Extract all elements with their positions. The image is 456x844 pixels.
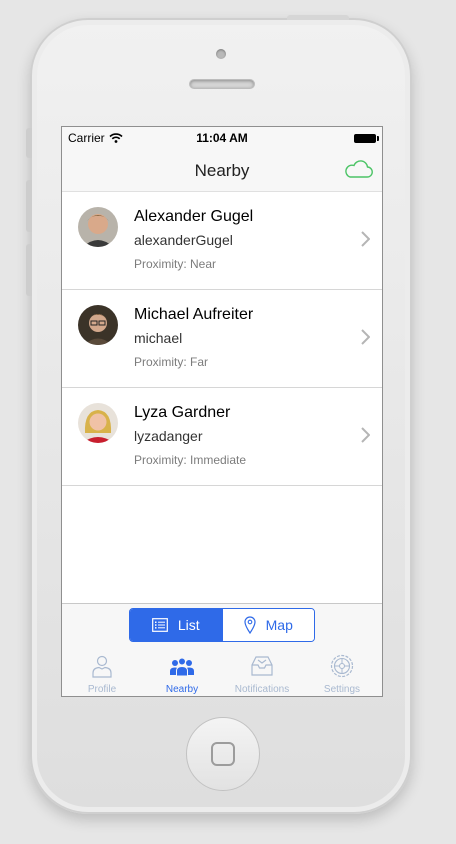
tab-settings[interactable]: Settings xyxy=(302,650,382,696)
list-item[interactable]: Alexander Gugel alexanderGugel Proximity… xyxy=(62,192,382,290)
page-title: Nearby xyxy=(194,161,250,180)
tab-profile-label: Profile xyxy=(87,684,117,695)
group-icon xyxy=(170,657,194,677)
tab-notifications[interactable]: Notifications xyxy=(222,650,302,696)
segment-map-label: Map xyxy=(265,617,293,633)
view-segmented-control: List Map xyxy=(129,608,315,642)
proximity-label: Proximity: Far xyxy=(134,355,209,369)
segment-list-label: List xyxy=(177,617,200,633)
chevron-right-icon xyxy=(361,231,370,247)
chevron-right-icon xyxy=(361,427,370,443)
person-username: michael xyxy=(134,330,183,346)
proximity-label: Proximity: Near xyxy=(134,257,217,271)
cloud-icon[interactable] xyxy=(343,159,373,179)
avatar xyxy=(78,305,118,345)
navigation-bar: Nearby xyxy=(62,149,382,192)
earpiece-speaker xyxy=(189,79,255,89)
segment-map[interactable]: Map xyxy=(221,609,314,641)
tab-bar: Profile Nearby Notifications Settings xyxy=(62,650,382,696)
tab-notifications-label: Notifications xyxy=(234,684,290,695)
power-button xyxy=(287,15,349,20)
home-button-icon xyxy=(211,742,235,766)
person-name: Michael Aufreiter xyxy=(134,306,254,323)
list-item[interactable]: Michael Aufreiter michael Proximity: Far xyxy=(62,290,382,388)
gear-icon xyxy=(330,654,354,678)
person-name: Alexander Gugel xyxy=(134,208,254,225)
front-camera xyxy=(216,49,226,59)
bottom-bar: List Map Profile Nearby Notifications Se… xyxy=(62,603,382,696)
person-icon xyxy=(92,655,112,678)
status-time: 11:04 AM xyxy=(196,131,248,145)
battery-icon xyxy=(354,134,379,143)
person-username: lyzadanger xyxy=(134,428,203,444)
chevron-right-icon xyxy=(361,329,370,345)
segment-list[interactable]: List xyxy=(130,609,222,641)
person-username: alexanderGugel xyxy=(134,232,233,248)
tab-nearby-label: Nearby xyxy=(165,684,199,695)
tab-nearby[interactable]: Nearby xyxy=(142,650,222,696)
inbox-icon xyxy=(251,656,273,676)
avatar xyxy=(78,207,118,247)
app-screen: Carrier 11:04 AM Nearby Alexander Gugel … xyxy=(61,126,383,697)
list-item[interactable]: Lyza Gardner lyzadanger Proximity: Immed… xyxy=(62,388,382,486)
mute-switch xyxy=(26,128,32,158)
volume-up-button xyxy=(26,180,32,232)
list-icon xyxy=(151,618,168,632)
map-pin-icon xyxy=(244,616,256,634)
status-bar: Carrier 11:04 AM xyxy=(62,127,382,149)
avatar xyxy=(78,403,118,443)
person-name: Lyza Gardner xyxy=(134,404,231,421)
tab-settings-label: Settings xyxy=(323,684,361,695)
tab-profile[interactable]: Profile xyxy=(62,650,142,696)
volume-down-button xyxy=(26,244,32,296)
people-list: Alexander Gugel alexanderGugel Proximity… xyxy=(62,192,382,486)
proximity-label: Proximity: Immediate xyxy=(134,453,247,467)
home-button[interactable] xyxy=(186,717,260,791)
